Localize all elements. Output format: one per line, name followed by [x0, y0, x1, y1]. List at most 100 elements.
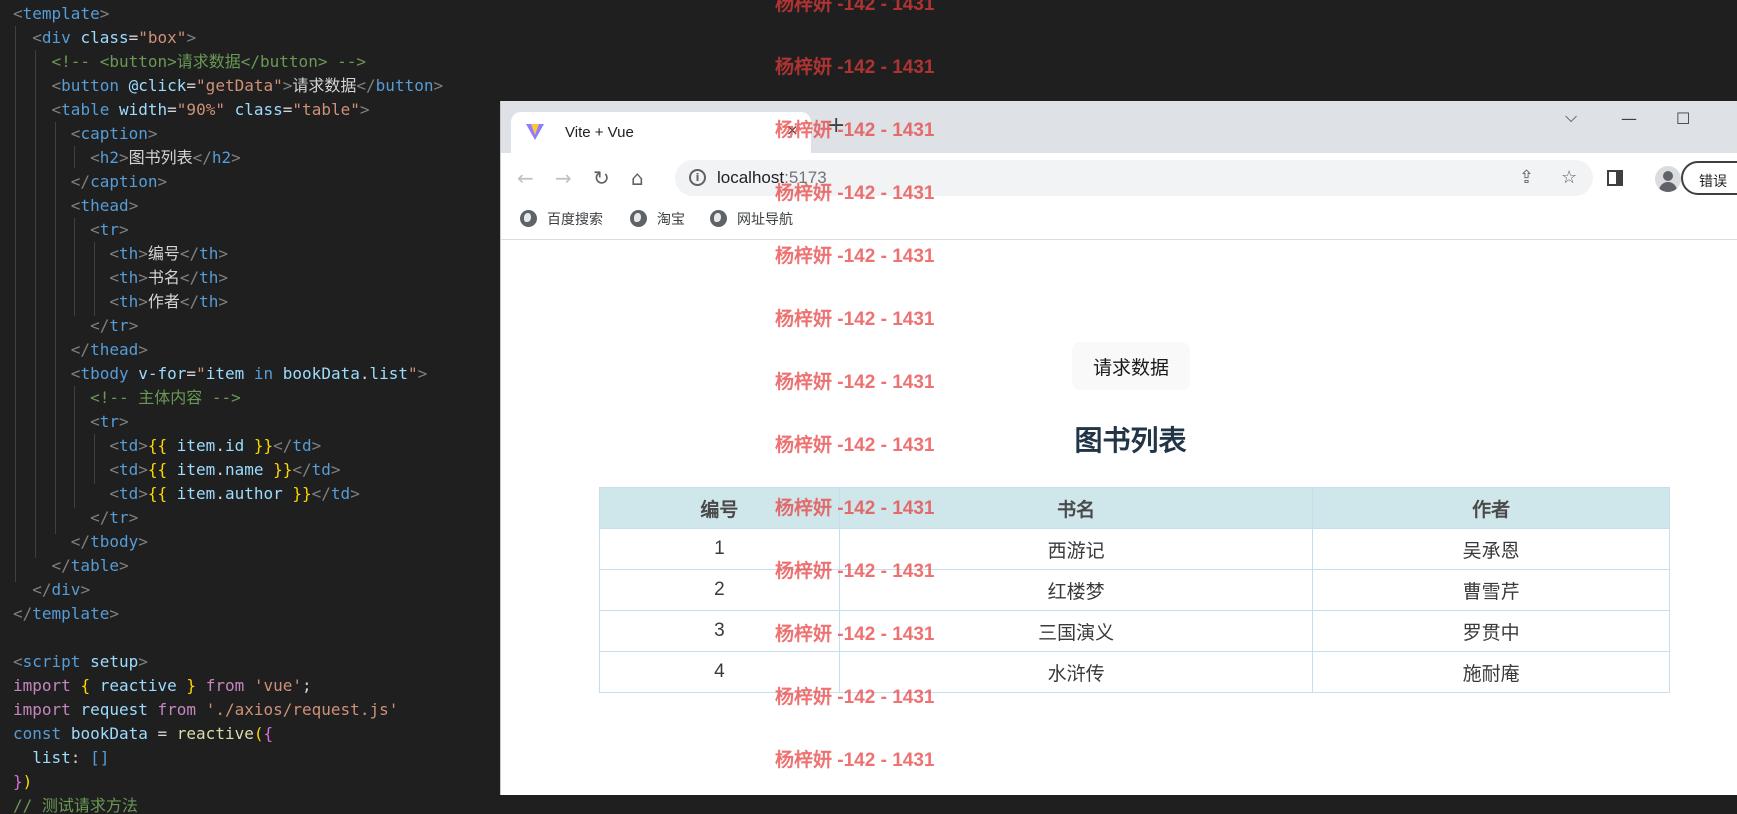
code-line[interactable]: import { reactive } from 'vue';: [13, 674, 443, 698]
code-line[interactable]: </template>: [13, 602, 443, 626]
code-token: class: [234, 100, 283, 119]
code-line[interactable]: <!-- 主体内容 -->: [13, 386, 443, 410]
request-data-button[interactable]: 请求数据: [1072, 342, 1190, 390]
error-button[interactable]: 错误: [1681, 161, 1737, 195]
code-token: template: [32, 604, 110, 623]
code-line[interactable]: <th>作者</th>: [13, 290, 443, 314]
code-line[interactable]: </tr>: [13, 314, 443, 338]
vite-logo-icon: [526, 124, 544, 140]
code-token: button: [375, 76, 434, 95]
close-tab-icon[interactable]: ×: [786, 121, 799, 139]
address-bar[interactable]: i localhost:5173 ⇪ ☆: [675, 160, 1593, 196]
code-lines[interactable]: <template> <div class="box"> <!-- <butto…: [13, 2, 443, 814]
url-text[interactable]: localhost:5173: [717, 168, 827, 188]
code-line[interactable]: <caption>: [13, 122, 443, 146]
code-token: {: [263, 724, 274, 743]
bookmark-baidu[interactable]: 百度搜索: [520, 209, 603, 231]
info-icon[interactable]: i: [689, 169, 706, 186]
maximize-icon[interactable]: ☐: [1676, 109, 1690, 128]
code-token: button: [61, 76, 119, 95]
code-line[interactable]: <td>{{ item.id }}</td>: [13, 434, 443, 458]
code-line[interactable]: <table width="90%" class="table">: [13, 98, 443, 122]
code-token: >: [118, 412, 129, 431]
table-row: 1 西游记 吴承恩: [599, 528, 1670, 570]
back-icon[interactable]: ←: [517, 166, 534, 190]
code-token: >: [138, 652, 148, 671]
code-token: </: [70, 340, 91, 359]
code-token: >: [138, 292, 148, 311]
code-token: >: [128, 196, 139, 215]
share-icon[interactable]: ⇪: [1519, 167, 1534, 188]
browser-window: Vite + Vue × + ⌵ — ☐ ← → ↻ ⌂ i localhost…: [500, 101, 1737, 795]
code-token: bookData: [282, 364, 360, 383]
bookmark-taobao[interactable]: 淘宝: [630, 209, 685, 231]
code-token: >: [417, 364, 428, 383]
bookmark-label: 网址导航: [737, 211, 793, 227]
code-token: </: [90, 508, 110, 527]
code-line[interactable]: <h2>图书列表</h2>: [13, 146, 443, 170]
code-line[interactable]: </caption>: [13, 170, 443, 194]
code-token: >: [138, 268, 148, 287]
code-line[interactable]: import request from './axios/request.js': [13, 698, 443, 722]
code-token: </: [51, 556, 71, 575]
code-line[interactable]: }): [13, 770, 443, 794]
code-token: 请求数据: [292, 76, 357, 95]
code-token: >: [359, 100, 370, 119]
code-line[interactable]: <th>编号</th>: [13, 242, 443, 266]
code-token: from: [205, 676, 245, 695]
code-line[interactable]: </tbody>: [13, 530, 443, 554]
code-line[interactable]: <template>: [13, 2, 443, 26]
code-token: script: [22, 652, 81, 671]
code-token: <: [32, 28, 42, 47]
code-token: <: [13, 652, 23, 671]
code-line[interactable]: </tr>: [13, 506, 443, 530]
code-token: th: [199, 268, 219, 287]
side-panel-icon[interactable]: [1607, 170, 1623, 186]
star-icon[interactable]: ☆: [1561, 167, 1577, 188]
code-token: }}: [253, 436, 274, 455]
code-line[interactable]: </thead>: [13, 338, 443, 362]
code-token: name: [224, 460, 264, 479]
bookmark-nav[interactable]: 网址导航: [710, 209, 793, 231]
chevron-down-icon[interactable]: ⌵: [1565, 107, 1577, 127]
code-line[interactable]: <td>{{ item.author }}</td>: [13, 482, 443, 506]
code-line[interactable]: <button @click="getData">请求数据</button>: [13, 74, 444, 98]
minimize-icon[interactable]: —: [1621, 109, 1637, 128]
cell-name: 西游记: [838, 528, 1314, 570]
tab-vite-vue[interactable]: Vite + Vue ×: [511, 112, 811, 153]
code-line[interactable]: // 测试请求方法: [13, 794, 443, 814]
code-token: {{: [147, 460, 168, 479]
code-token: 作者: [147, 292, 180, 311]
code-line[interactable]: <thead>: [13, 194, 443, 218]
forward-icon[interactable]: →: [555, 166, 572, 190]
code-line[interactable]: <script setup>: [13, 650, 443, 674]
code-line[interactable]: </div>: [13, 578, 443, 602]
code-line[interactable]: <!-- <button>请求数据</button> -->: [13, 50, 443, 74]
code-token: "table": [292, 100, 360, 119]
new-tab-icon[interactable]: +: [827, 113, 845, 138]
code-line[interactable]: list: []: [13, 746, 443, 770]
code-token: <: [109, 244, 119, 263]
code-line[interactable]: [13, 626, 443, 650]
code-line[interactable]: const bookData = reactive({: [13, 722, 443, 746]
profile-avatar-icon[interactable]: [1655, 166, 1681, 192]
code-token: =: [147, 724, 177, 743]
code-line[interactable]: <tr>: [13, 218, 443, 242]
reload-icon[interactable]: ↻: [593, 166, 610, 190]
home-icon[interactable]: ⌂: [631, 166, 644, 190]
code-line[interactable]: <td>{{ item.name }}</td>: [13, 458, 443, 482]
code-token: td: [118, 460, 139, 479]
table-caption: 图书列表: [1074, 425, 1187, 456]
code-line[interactable]: <div class="box">: [13, 26, 443, 50]
code-token: =: [167, 100, 177, 119]
code-line[interactable]: </table>: [13, 554, 443, 578]
code-line[interactable]: <th>书名</th>: [13, 266, 443, 290]
code-line[interactable]: <tbody v-for="item in bookData.list">: [13, 362, 443, 386]
code-line[interactable]: <tr>: [13, 410, 443, 434]
code-token: </: [32, 580, 52, 599]
